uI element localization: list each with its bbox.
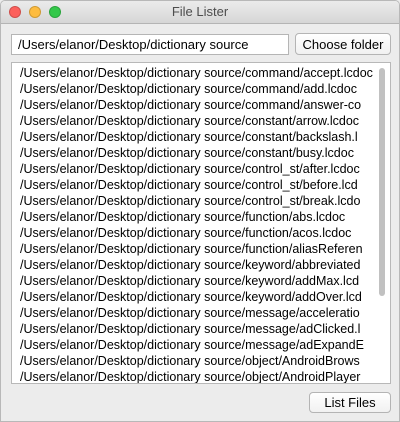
file-list-rows: /Users/elanor/Desktop/dictionary source/… [20,65,376,383]
file-list-item[interactable]: /Users/elanor/Desktop/dictionary source/… [20,273,376,289]
choose-folder-button[interactable]: Choose folder [295,33,391,55]
folder-path-field[interactable] [11,34,289,55]
file-list-item[interactable]: /Users/elanor/Desktop/dictionary source/… [20,161,376,177]
window-title: File Lister [171,4,229,19]
file-list-item[interactable]: /Users/elanor/Desktop/dictionary source/… [20,353,376,369]
file-list[interactable]: /Users/elanor/Desktop/dictionary source/… [11,62,391,384]
file-list-item[interactable]: /Users/elanor/Desktop/dictionary source/… [20,369,376,383]
file-list-item[interactable]: /Users/elanor/Desktop/dictionary source/… [20,129,376,145]
file-list-item[interactable]: /Users/elanor/Desktop/dictionary source/… [20,193,376,209]
file-list-item[interactable]: /Users/elanor/Desktop/dictionary source/… [20,225,376,241]
list-files-button[interactable]: List Files [309,392,391,413]
title-bar[interactable]: File Lister [1,1,399,24]
file-list-item[interactable]: /Users/elanor/Desktop/dictionary source/… [20,113,376,129]
file-list-item[interactable]: /Users/elanor/Desktop/dictionary source/… [20,209,376,225]
file-list-item[interactable]: /Users/elanor/Desktop/dictionary source/… [20,241,376,257]
file-list-item[interactable]: /Users/elanor/Desktop/dictionary source/… [20,337,376,353]
file-list-item[interactable]: /Users/elanor/Desktop/dictionary source/… [20,177,376,193]
file-list-item[interactable]: /Users/elanor/Desktop/dictionary source/… [20,65,376,81]
file-lister-window: File Lister Choose folder /Users/elanor/… [0,0,400,422]
file-list-scrollbar[interactable] [379,68,385,296]
file-list-item[interactable]: /Users/elanor/Desktop/dictionary source/… [20,305,376,321]
file-list-item[interactable]: /Users/elanor/Desktop/dictionary source/… [20,81,376,97]
file-list-item[interactable]: /Users/elanor/Desktop/dictionary source/… [20,145,376,161]
file-list-item[interactable]: /Users/elanor/Desktop/dictionary source/… [20,321,376,337]
file-list-item[interactable]: /Users/elanor/Desktop/dictionary source/… [20,97,376,113]
file-list-item[interactable]: /Users/elanor/Desktop/dictionary source/… [20,257,376,273]
file-list-item[interactable]: /Users/elanor/Desktop/dictionary source/… [20,289,376,305]
